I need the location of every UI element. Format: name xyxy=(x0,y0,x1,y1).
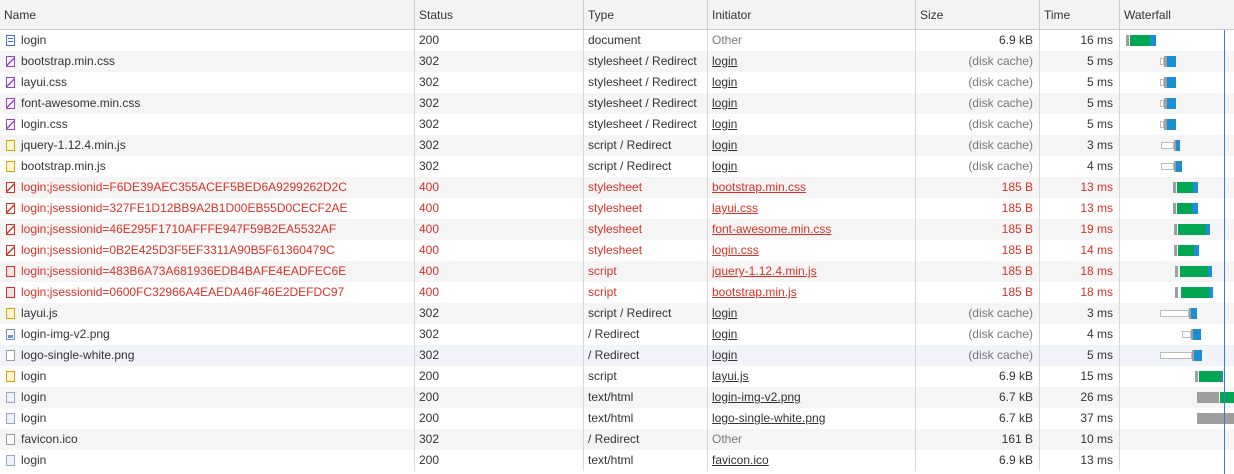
column-header-size[interactable]: Size xyxy=(916,0,1040,30)
request-row[interactable]: login.css 302 stylesheet / Redirect login (d… xyxy=(0,114,1234,135)
request-waterfall-cell xyxy=(0,408,1234,429)
request-row[interactable]: login 200 script layui.js 6.9 kB 15 ms xyxy=(0,366,1234,387)
waterfall-bar-segment xyxy=(1193,182,1198,193)
waterfall-bar-segment xyxy=(1161,163,1174,170)
column-header-time[interactable]: Time xyxy=(1040,0,1120,30)
waterfall-bar-segment xyxy=(1197,392,1219,403)
waterfall-bar-segment xyxy=(1178,245,1194,256)
request-waterfall-cell xyxy=(0,72,1234,93)
request-waterfall-cell xyxy=(0,219,1234,240)
column-header-type[interactable]: Type xyxy=(584,0,708,30)
waterfall-bar-segment xyxy=(1209,287,1213,298)
waterfall-bar-segment xyxy=(1177,182,1193,193)
request-row[interactable]: login 200 text/html login-img-v2.png 6.7 kB 2… xyxy=(0,387,1234,408)
request-row[interactable]: favicon.ico 302/ Redirect Other 161 B 10 ms xyxy=(0,429,1234,450)
request-row[interactable]: login;jsessionid=327FE1D12BB9A2B1D00EB55… xyxy=(0,198,1234,219)
network-panel: Name Status Type Initiator Size Time Wat… xyxy=(0,0,1234,474)
waterfall-bar-segment xyxy=(1176,140,1180,151)
waterfall-bar-segment xyxy=(1220,392,1234,403)
waterfall-bar-segment xyxy=(1167,119,1176,130)
column-header-name[interactable]: Name xyxy=(0,0,415,30)
request-row[interactable]: login 200 text/html favicon.ico 6.9 kB 13 ms xyxy=(0,450,1234,471)
waterfall-bar-segment xyxy=(1193,329,1201,340)
waterfall-bar-segment xyxy=(1173,182,1176,193)
waterfall-bar-segment xyxy=(1221,371,1223,382)
column-header-initiator[interactable]: Initiator xyxy=(708,0,916,30)
request-row[interactable]: login 200 text/html logo-single-white.png 6.… xyxy=(0,408,1234,429)
waterfall-bar-segment xyxy=(1199,371,1221,382)
waterfall-bar-segment xyxy=(1175,287,1178,298)
request-waterfall-cell xyxy=(0,135,1234,156)
network-table-header: Name Status Type Initiator Size Time Wat… xyxy=(0,0,1234,30)
waterfall-bar-segment xyxy=(1206,224,1210,235)
waterfall-bar-segment xyxy=(1192,203,1198,214)
column-header-status[interactable]: Status xyxy=(415,0,584,30)
request-waterfall-cell xyxy=(0,51,1234,72)
request-row[interactable]: jquery-1.12.4.min.js 302 script / Redirect… xyxy=(0,135,1234,156)
waterfall-bar-segment xyxy=(1195,371,1198,382)
request-waterfall-cell xyxy=(0,282,1234,303)
waterfall-bar-segment xyxy=(1173,203,1176,214)
request-row[interactable]: login;jsessionid=46E295F1710AFFFE947F59B… xyxy=(0,219,1234,240)
waterfall-bar-segment xyxy=(1160,352,1192,359)
waterfall-bar-segment xyxy=(1161,142,1174,149)
request-waterfall-cell xyxy=(0,93,1234,114)
request-row[interactable]: login-img-v2.png 302/ Redirect login (disk … xyxy=(0,324,1234,345)
waterfall-load-marker xyxy=(1224,30,1225,474)
waterfall-bar-segment xyxy=(1167,77,1176,88)
waterfall-bar-segment xyxy=(1194,350,1202,361)
request-waterfall-cell xyxy=(0,450,1234,471)
request-waterfall-cell xyxy=(0,303,1234,324)
waterfall-bar-segment xyxy=(1194,245,1199,256)
waterfall-bar-segment xyxy=(1178,224,1206,235)
waterfall-bar-segment xyxy=(1175,266,1178,277)
request-waterfall-cell xyxy=(0,345,1234,366)
request-waterfall-cell xyxy=(0,387,1234,408)
request-row[interactable]: login;jsessionid=F6DE39AEC355ACEF5BED6A9… xyxy=(0,177,1234,198)
request-row[interactable]: bootstrap.min.css 302 stylesheet / Redirec… xyxy=(0,51,1234,72)
column-header-waterfall[interactable]: Waterfall xyxy=(1120,0,1234,30)
request-row[interactable]: login;jsessionid=0B2E425D3F5EF3311A90B5F… xyxy=(0,240,1234,261)
request-waterfall-cell xyxy=(0,324,1234,345)
request-waterfall-cell xyxy=(0,114,1234,135)
request-waterfall-cell xyxy=(0,240,1234,261)
waterfall-bar-segment xyxy=(1176,161,1182,172)
waterfall-bar-segment xyxy=(1177,203,1192,214)
request-waterfall-cell xyxy=(0,429,1234,450)
request-row[interactable]: login;jsessionid=0600FC32966A4EAEDA46F46… xyxy=(0,282,1234,303)
waterfall-bar-segment xyxy=(1182,331,1191,338)
waterfall-bar-segment xyxy=(1197,413,1234,424)
request-row[interactable]: login;jsessionid=483B6A73A681936EDB4BAFE… xyxy=(0,261,1234,282)
waterfall-bar-segment xyxy=(1180,266,1208,277)
request-row[interactable]: layui.css 302 stylesheet / Redirect login (d… xyxy=(0,72,1234,93)
waterfall-bar-segment xyxy=(1181,287,1209,298)
request-row[interactable]: login 200 document Other 6.9 kB 16 ms xyxy=(0,30,1234,51)
request-waterfall-cell xyxy=(0,30,1234,51)
waterfall-bar-segment xyxy=(1130,35,1150,46)
waterfall-bar-segment xyxy=(1174,224,1177,235)
request-waterfall-cell xyxy=(0,177,1234,198)
waterfall-bar-segment xyxy=(1174,245,1177,256)
request-row[interactable]: bootstrap.min.js 302 script / Redirect logi… xyxy=(0,156,1234,177)
request-row[interactable]: layui.js 302 script / Redirect login (disk c… xyxy=(0,303,1234,324)
request-waterfall-cell xyxy=(0,261,1234,282)
request-waterfall-cell xyxy=(0,156,1234,177)
waterfall-bar-segment xyxy=(1191,308,1197,319)
request-row[interactable]: font-awesome.min.css 302 stylesheet / Redi… xyxy=(0,93,1234,114)
waterfall-bar-segment xyxy=(1126,35,1129,46)
waterfall-bar-segment xyxy=(1208,266,1212,277)
request-row[interactable]: logo-single-white.png 302/ Redirect login(… xyxy=(0,345,1234,366)
waterfall-bar-segment xyxy=(1150,35,1156,46)
request-waterfall-cell xyxy=(0,198,1234,219)
waterfall-bar-segment xyxy=(1167,98,1176,109)
waterfall-bar-segment xyxy=(1160,310,1189,317)
waterfall-bar-segment xyxy=(1167,56,1176,67)
request-waterfall-cell xyxy=(0,366,1234,387)
